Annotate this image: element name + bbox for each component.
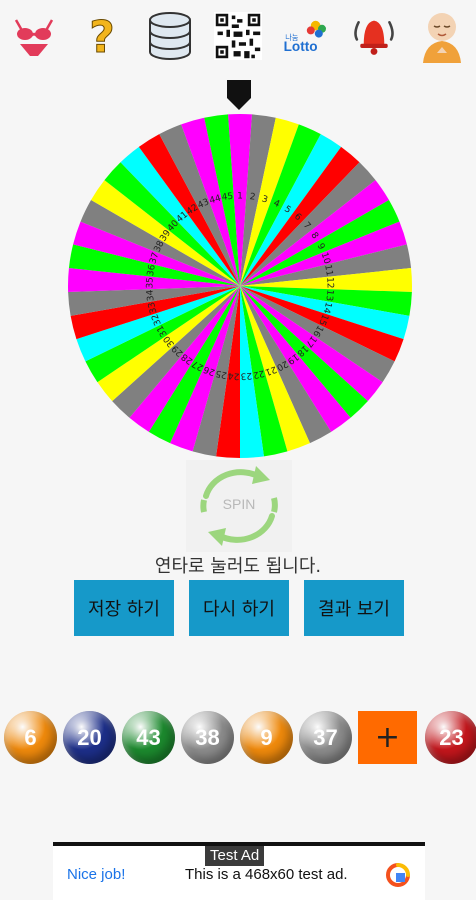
lotto-ball: 38 <box>181 711 234 764</box>
ad-tag: Test Ad <box>205 846 265 866</box>
hint-text: 연타로 눌러도 됩니다. <box>154 556 322 577</box>
view-result-button[interactable]: 결과 보기 <box>304 580 404 636</box>
lotto-ball: 9 <box>240 711 293 764</box>
save-button[interactable]: 저장 하기 <box>74 580 174 636</box>
top-toolbar: ? 나눔 Lotto <box>0 0 476 72</box>
wheel-number: 13 <box>323 289 334 301</box>
database-button[interactable] <box>146 12 194 60</box>
question-mark-icon: ? <box>89 14 116 58</box>
wheel-number: 45 <box>221 192 234 203</box>
add-number-button[interactable]: + <box>358 711 417 764</box>
lotto-ball: 37 <box>299 711 352 764</box>
wheel-pointer-icon <box>227 80 251 110</box>
bikini-icon <box>14 19 54 56</box>
wheel-number: 24 <box>227 370 239 381</box>
wheel-number: 11 <box>322 264 334 277</box>
monk-icon <box>423 13 461 63</box>
bell-icon <box>354 20 394 55</box>
lotto-label: Lotto <box>284 39 318 54</box>
qr-code-icon <box>214 12 262 60</box>
wheel-number: 34 <box>145 289 156 302</box>
bell-button[interactable] <box>350 12 398 60</box>
lotto-button[interactable]: 나눔 Lotto <box>282 12 330 60</box>
wheel-number: 1 <box>237 192 243 202</box>
lotto-ball: 23 <box>425 711 476 764</box>
help-button[interactable]: ? <box>78 12 126 60</box>
retry-button[interactable]: 다시 하기 <box>189 580 289 636</box>
wheel-number: 35 <box>145 277 155 289</box>
monk-button[interactable] <box>418 12 466 63</box>
ad-headline[interactable]: Nice job! <box>67 866 125 883</box>
spin-button[interactable]: SPIN <box>186 460 292 552</box>
qr-code-button[interactable] <box>214 12 262 60</box>
lotto-ball: 43 <box>122 711 175 764</box>
roulette-wheel[interactable]: 1 2 3 4567891011121314151617181920212223242… <box>66 112 414 460</box>
lotto-logo-icon: 나눔 Lotto <box>284 20 326 54</box>
bikini-button[interactable] <box>10 12 58 60</box>
database-icon <box>149 12 191 60</box>
lotto-ball: 20 <box>63 711 116 764</box>
wheel-number: 23 <box>240 370 252 381</box>
ad-body[interactable]: This is a 468x60 test ad. <box>185 866 348 883</box>
lotto-ball: 6 <box>4 711 57 764</box>
lotto-balls-row: 6 20 43 38 9 37 + 23 <box>4 711 476 764</box>
wheel-number: 12 <box>324 277 334 289</box>
action-bar: 저장 하기 다시 하기 결과 보기 <box>74 580 404 636</box>
spin-label: SPIN <box>222 496 256 512</box>
svg-text:?: ? <box>89 14 115 58</box>
ad-logo-icon <box>386 863 410 887</box>
